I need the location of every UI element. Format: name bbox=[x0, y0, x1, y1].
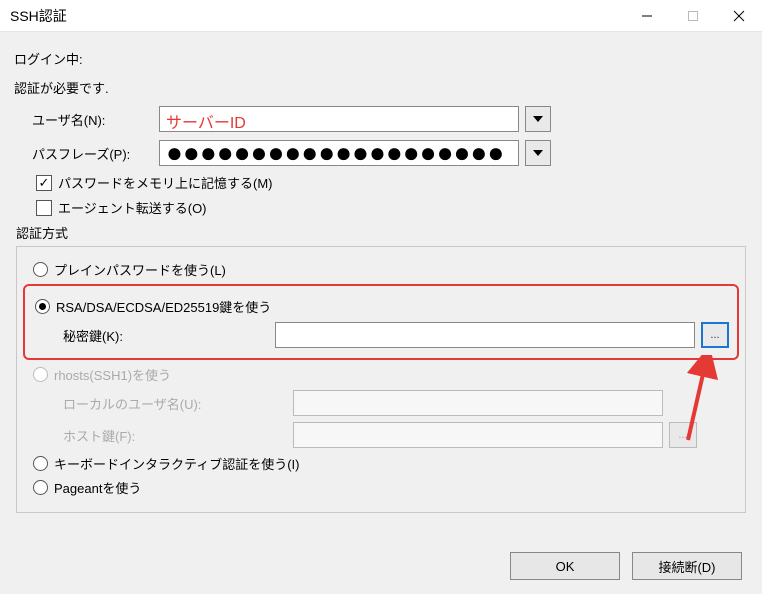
private-key-browse-button[interactable]: ... bbox=[701, 322, 729, 348]
remember-password-label: パスワードをメモリ上に記憶する(M) bbox=[58, 173, 273, 192]
rsa-key-highlight: RSA/DSA/ECDSA/ED25519鍵を使う 秘密鍵(K): ... bbox=[23, 284, 739, 360]
plain-password-radio[interactable] bbox=[33, 262, 48, 277]
remember-password-row[interactable]: パスワードをメモリ上に記憶する(M) bbox=[36, 173, 748, 192]
host-key-label: ホスト鍵(F): bbox=[33, 426, 293, 445]
passphrase-input[interactable]: ●●●●●●●●●●●●●●●●●●●● bbox=[159, 140, 519, 166]
login-status-row: ログイン中: bbox=[14, 44, 748, 72]
auth-method-section-label: 認証方式 bbox=[16, 223, 748, 242]
username-label: ユーザ名(N): bbox=[14, 110, 159, 129]
username-history-dropdown[interactable] bbox=[525, 106, 551, 132]
plain-password-label: プレインパスワードを使う(L) bbox=[54, 260, 226, 279]
plain-password-option[interactable]: プレインパスワードを使う(L) bbox=[33, 260, 735, 279]
minimize-button[interactable] bbox=[624, 0, 670, 32]
passphrase-history-dropdown[interactable] bbox=[525, 140, 551, 166]
keyboard-interactive-option[interactable]: キーボードインタラクティブ認証を使う(I) bbox=[33, 454, 735, 473]
host-key-browse-button: ... bbox=[669, 422, 697, 448]
ok-button[interactable]: OK bbox=[510, 552, 620, 580]
local-username-label: ローカルのユーザ名(U): bbox=[33, 394, 293, 413]
local-username-input bbox=[293, 390, 663, 416]
keyboard-interactive-label: キーボードインタラクティブ認証を使う(I) bbox=[54, 454, 300, 473]
pageant-radio[interactable] bbox=[33, 480, 48, 495]
pageant-label: Pageantを使う bbox=[54, 478, 141, 497]
remember-password-checkbox[interactable] bbox=[36, 175, 52, 191]
keyboard-interactive-radio[interactable] bbox=[33, 456, 48, 471]
rhosts-label: rhosts(SSH1)を使う bbox=[54, 365, 171, 384]
maximize-button bbox=[670, 0, 716, 32]
rhosts-option: rhosts(SSH1)を使う bbox=[33, 365, 735, 384]
rsa-key-radio[interactable] bbox=[35, 299, 50, 314]
rsa-key-label: RSA/DSA/ECDSA/ED25519鍵を使う bbox=[56, 297, 271, 316]
close-button[interactable] bbox=[716, 0, 762, 32]
passphrase-label: パスフレーズ(P): bbox=[14, 144, 159, 163]
agent-forward-label: エージェント転送する(O) bbox=[58, 198, 207, 217]
agent-forward-row[interactable]: エージェント転送する(O) bbox=[36, 198, 748, 217]
rhosts-radio bbox=[33, 367, 48, 382]
rsa-key-option[interactable]: RSA/DSA/ECDSA/ED25519鍵を使う bbox=[35, 297, 729, 316]
auth-required-message: 認証が必要です. bbox=[14, 78, 748, 97]
private-key-input[interactable] bbox=[275, 322, 695, 348]
private-key-label: 秘密鍵(K): bbox=[33, 326, 275, 345]
titlebar: SSH認証 bbox=[0, 0, 762, 32]
window-title: SSH認証 bbox=[10, 6, 624, 26]
disconnect-button[interactable]: 接続断(D) bbox=[632, 552, 742, 580]
login-status-label: ログイン中: bbox=[14, 49, 83, 68]
username-input[interactable]: サーバーID bbox=[159, 106, 519, 132]
auth-method-group: プレインパスワードを使う(L) RSA/DSA/ECDSA/ED25519鍵を使… bbox=[16, 246, 746, 513]
pageant-option[interactable]: Pageantを使う bbox=[33, 478, 735, 497]
agent-forward-checkbox[interactable] bbox=[36, 200, 52, 216]
host-key-input bbox=[293, 422, 663, 448]
